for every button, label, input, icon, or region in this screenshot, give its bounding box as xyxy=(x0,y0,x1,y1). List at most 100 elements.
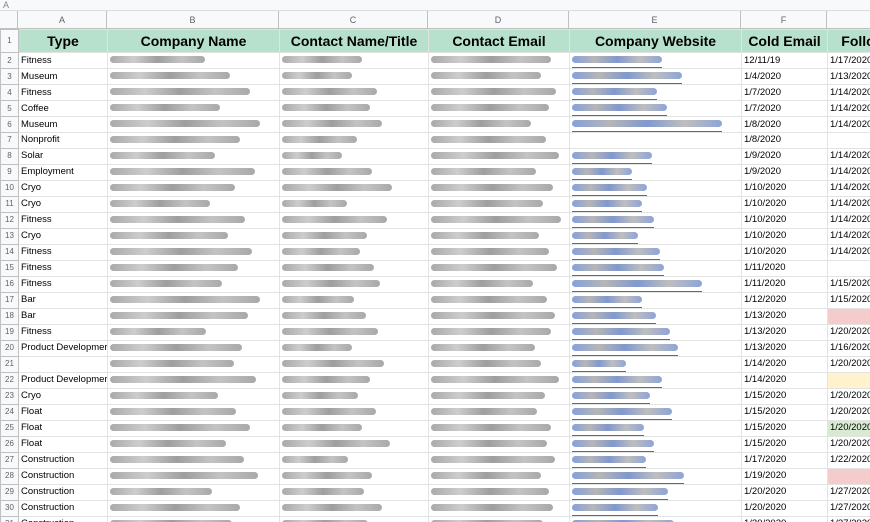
row-number[interactable]: 24 xyxy=(0,403,19,421)
cell-type[interactable]: Employment xyxy=(18,163,108,181)
cell-follow-up[interactable] xyxy=(827,259,870,277)
select-all-corner[interactable] xyxy=(0,11,18,29)
cell-company-website[interactable] xyxy=(569,435,742,453)
cell-company-name[interactable] xyxy=(107,116,280,133)
row-number[interactable]: 26 xyxy=(0,435,19,453)
row-number[interactable]: 1 xyxy=(0,29,19,53)
cell-cold-email[interactable]: 1/12/2020 xyxy=(741,291,828,309)
cell-contact-name[interactable] xyxy=(279,243,429,261)
header-cold-email[interactable]: Cold Email xyxy=(741,29,828,53)
cell-contact-name[interactable] xyxy=(279,147,429,165)
cell-company-name[interactable] xyxy=(107,52,280,69)
website-link[interactable] xyxy=(572,54,662,68)
row-number[interactable]: 11 xyxy=(0,195,19,213)
cell-follow-up[interactable]: 1/13/2020 xyxy=(827,68,870,85)
cell-follow-up[interactable] xyxy=(827,132,870,149)
cell-follow-up[interactable]: 1/27/2020 xyxy=(827,499,870,517)
cell-type[interactable]: Construction xyxy=(18,451,108,469)
cell-company-website[interactable] xyxy=(569,387,742,405)
cell-contact-name[interactable] xyxy=(279,323,429,341)
cell-follow-up[interactable]: 1/15/2020 xyxy=(827,291,870,309)
cell-follow-up[interactable] xyxy=(827,307,870,325)
header-type[interactable]: Type xyxy=(18,29,108,53)
cell-type[interactable]: Construction xyxy=(18,483,108,501)
cell-company-name[interactable] xyxy=(107,403,280,421)
cell-cold-email[interactable]: 1/15/2020 xyxy=(741,435,828,453)
cell-company-name[interactable] xyxy=(107,243,280,261)
cell-cold-email[interactable]: 1/13/2020 xyxy=(741,307,828,325)
cell-company-name[interactable] xyxy=(107,387,280,405)
cell-contact-name[interactable] xyxy=(279,355,429,373)
cell-company-website[interactable] xyxy=(569,163,742,181)
cell-type[interactable]: Float xyxy=(18,419,108,437)
cell-type[interactable]: Product Developmer xyxy=(18,339,108,357)
cell-follow-up[interactable]: 1/14/2020 xyxy=(827,179,870,197)
cell-contact-name[interactable] xyxy=(279,163,429,181)
cell-contact-name[interactable] xyxy=(279,419,429,437)
column-letter-f[interactable]: F xyxy=(741,11,827,29)
cell-contact-email[interactable] xyxy=(428,52,570,69)
cell-company-website[interactable] xyxy=(569,307,742,325)
cell-company-name[interactable] xyxy=(107,275,280,293)
formula-bar[interactable]: A xyxy=(0,0,870,11)
cell-company-name[interactable] xyxy=(107,163,280,181)
cell-company-name[interactable] xyxy=(107,259,280,277)
cell-follow-up[interactable]: 1/27/2020 xyxy=(827,483,870,501)
cell-contact-email[interactable] xyxy=(428,116,570,133)
cell-cold-email[interactable]: 1/8/2020 xyxy=(741,116,828,133)
cell-company-website[interactable] xyxy=(569,499,742,517)
column-letter-b[interactable]: B xyxy=(107,11,279,29)
cell-type[interactable]: Cryo xyxy=(18,227,108,245)
website-link[interactable] xyxy=(572,421,644,436)
cell-company-name[interactable] xyxy=(107,179,280,197)
cell-company-name[interactable] xyxy=(107,371,280,389)
cell-follow-up[interactable]: 1/27/2020 xyxy=(827,515,870,522)
cell-contact-name[interactable] xyxy=(279,132,429,149)
website-link[interactable] xyxy=(572,181,647,196)
cell-company-name[interactable] xyxy=(107,211,280,229)
cell-contact-email[interactable] xyxy=(428,179,570,197)
cell-type[interactable]: Construction xyxy=(18,499,108,517)
row-number[interactable]: 25 xyxy=(0,419,19,437)
cell-type[interactable]: Float xyxy=(18,403,108,421)
cell-contact-name[interactable] xyxy=(279,467,429,485)
cell-follow-up[interactable]: 1/20/2020 xyxy=(827,403,870,421)
cell-company-website[interactable] xyxy=(569,179,742,197)
cell-contact-name[interactable] xyxy=(279,483,429,501)
cell-company-name[interactable] xyxy=(107,451,280,469)
cell-cold-email[interactable]: 1/20/2020 xyxy=(741,515,828,522)
cell-contact-email[interactable] xyxy=(428,371,570,389)
cell-company-website[interactable] xyxy=(569,371,742,389)
column-letter-c[interactable]: C xyxy=(279,11,428,29)
cell-contact-email[interactable] xyxy=(428,291,570,309)
cell-type[interactable]: Fitness xyxy=(18,243,108,261)
cell-type[interactable]: Fitness xyxy=(18,259,108,277)
cell-contact-email[interactable] xyxy=(428,163,570,181)
cell-cold-email[interactable]: 1/14/2020 xyxy=(741,355,828,373)
cell-contact-email[interactable] xyxy=(428,243,570,261)
cell-follow-up[interactable]: 1/14/2020 xyxy=(827,227,870,245)
cell-type[interactable]: Cryo xyxy=(18,387,108,405)
cell-type[interactable]: Cryo xyxy=(18,195,108,213)
cell-company-website[interactable] xyxy=(569,147,742,165)
cell-follow-up[interactable]: 1/16/2020 xyxy=(827,339,870,357)
cell-contact-email[interactable] xyxy=(428,100,570,117)
cell-company-website[interactable] xyxy=(569,100,742,117)
cell-company-website[interactable] xyxy=(569,323,742,341)
cell-follow-up[interactable]: 1/20/2020 xyxy=(827,323,870,341)
cell-cold-email[interactable]: 1/9/2020 xyxy=(741,147,828,165)
cell-company-name[interactable] xyxy=(107,355,280,373)
cell-follow-up[interactable]: 1/15/2020 xyxy=(827,275,870,293)
row-number[interactable]: 29 xyxy=(0,483,19,501)
cell-follow-up[interactable]: 1/20/2020 xyxy=(827,435,870,453)
cell-contact-email[interactable] xyxy=(428,68,570,85)
cell-company-website[interactable] xyxy=(569,116,742,133)
cell-contact-name[interactable] xyxy=(279,291,429,309)
cell-cold-email[interactable]: 1/10/2020 xyxy=(741,179,828,197)
cell-contact-name[interactable] xyxy=(279,275,429,293)
website-link[interactable] xyxy=(572,245,660,260)
cell-contact-name[interactable] xyxy=(279,211,429,229)
cell-follow-up[interactable]: 1/14/2020 xyxy=(827,195,870,213)
cell-follow-up[interactable]: 1/17/2020 xyxy=(827,52,870,69)
cell-contact-email[interactable] xyxy=(428,339,570,357)
